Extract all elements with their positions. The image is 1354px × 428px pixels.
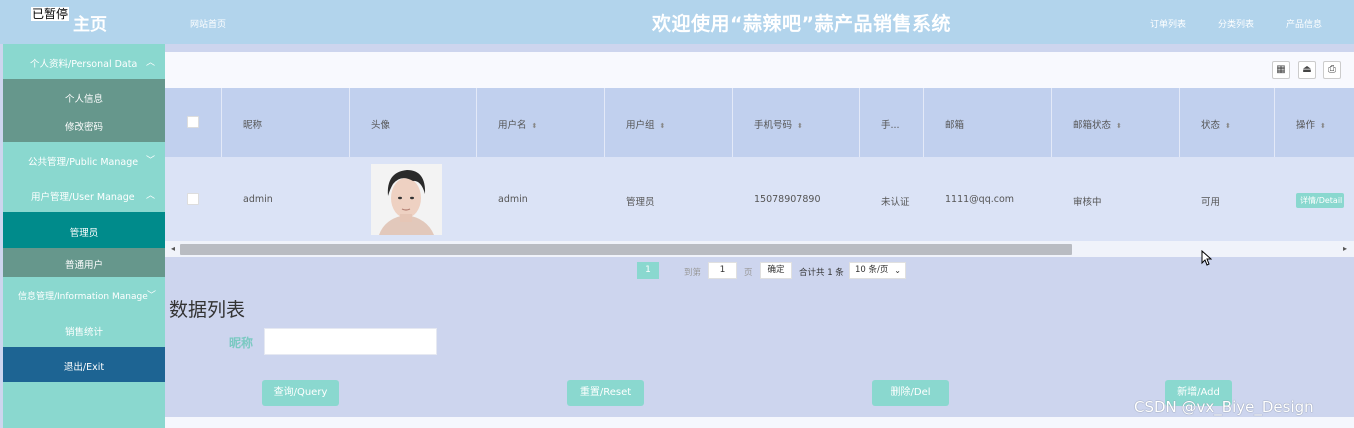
chevron-up-icon: ︿ [146,191,156,201]
sidebar-item-sales-stats[interactable]: 销售统计 [3,312,165,347]
sidebar-group-user[interactable]: 用户管理/User Manage ︿ [3,177,165,212]
sidebar-item-normal-user[interactable]: 普通用户 [3,248,165,277]
page-number-current[interactable]: 1 [637,262,659,279]
sidebar-item-label: 退出/Exit [63,362,105,373]
col-label: 用户名 [498,120,527,131]
cell-phone: 15078907890 [754,194,821,205]
sidebar-item-exit[interactable]: 退出/Exit [3,347,165,382]
chevron-down-icon: ⌄ [894,266,901,275]
sidebar: 个人资料/Personal Data ︿ 个人信息 修改密码 公共管理/Publ… [3,44,165,428]
grid-icon[interactable]: ▦ [1272,61,1290,79]
sidebar-group-info[interactable]: 信息管理/Information Manage ﹀ [3,277,165,312]
col-email-status[interactable]: 邮箱状态 ⬍ [1073,117,1122,131]
page-size-select[interactable]: 10 条/页 ⌄ [849,262,906,279]
nav-product-info[interactable]: 产品信息 [1286,17,1322,30]
goto-page-input[interactable]: 1 [708,262,737,279]
system-title: 欢迎使用“蒜辣吧”蒜产品销售系统 [652,13,951,35]
col-avatar: 头像 [371,120,391,131]
nav-order-list[interactable]: 订单列表 [1150,17,1186,30]
sidebar-group-personal[interactable]: 个人资料/Personal Data ︿ [3,44,165,79]
nickname-filter-input[interactable] [264,328,437,355]
cell-username: admin [498,194,528,205]
col-label: 用户组 [626,120,655,131]
sort-icon[interactable]: ⬍ [1320,122,1326,130]
col-label: 操作 [1296,120,1316,131]
scroll-left-icon[interactable]: ◂ [171,244,175,253]
main-content: ▦ ⏏ ⎙ 昵称 头像 用户名 ⬍ 用户组 ⬍ 手机号码 ⬍ 手... 邮箱 邮箱状态… [165,44,1354,428]
page-title: 数据列表 [169,299,246,321]
sidebar-item-admin[interactable]: 管理员 [3,212,165,248]
watermark: CSDN @vx_Biye_Design [1134,398,1314,416]
sidebar-item-label: 销售统计 [64,327,103,338]
chevron-up-icon: ︿ [146,58,156,68]
nav-category-list[interactable]: 分类列表 [1218,17,1254,30]
scrollbar-thumb[interactable] [180,244,1072,255]
sort-icon[interactable]: ⬍ [532,122,538,130]
chevron-down-icon: ﹀ [146,156,156,166]
table-row[interactable]: admin admin 管理员 15078907890 未认证 1111@qq.… [165,157,1354,241]
cell-nickname: admin [243,194,273,205]
sidebar-group-label: 用户管理/User Manage [31,192,135,203]
row-checkbox[interactable] [187,193,199,205]
col-label: 手机号码 [754,120,793,131]
table-toolbar [165,52,1354,88]
col-status[interactable]: 状态 ⬍ [1201,117,1231,131]
detail-button[interactable]: 详情/Detail [1296,193,1344,208]
nickname-filter-label: 昵称 [229,336,254,350]
mouse-cursor-icon [1201,250,1212,266]
cell-group: 管理员 [626,197,655,208]
sidebar-item-profile[interactable]: 个人信息 [3,91,165,105]
scroll-right-icon[interactable]: ▸ [1343,244,1347,253]
site-home-link[interactable]: 网站首页 [190,17,226,30]
col-email: 邮箱 [945,120,965,131]
home-title[interactable]: 主页 [73,10,107,35]
paused-badge: 已暂停 [31,7,70,21]
export-icon[interactable]: ⏏ [1298,61,1316,79]
chevron-down-icon: ﹀ [147,291,157,301]
print-icon[interactable]: ⎙ [1323,61,1341,79]
cell-email: 1111@qq.com [945,194,1015,205]
cell-email-status: 审核中 [1073,197,1102,208]
sidebar-group-label: 个人资料/Personal Data [30,59,138,70]
page-unit-label: 页 [744,268,753,278]
query-button[interactable]: 查询/Query [262,380,339,406]
reset-button[interactable]: 重置/Reset [567,380,644,406]
sidebar-group-label: 信息管理/Information Manage [18,292,148,302]
select-all-checkbox[interactable] [187,116,199,128]
sidebar-item-label: 管理员 [69,228,99,239]
sort-icon[interactable]: ⬍ [1225,122,1231,130]
col-action[interactable]: 操作 ⬍ [1296,117,1326,131]
table-header: 昵称 头像 用户名 ⬍ 用户组 ⬍ 手机号码 ⬍ 手... 邮箱 邮箱状态 ⬍ 状态 ⬍ … [165,88,1354,157]
bottom-strip [165,417,1354,428]
sidebar-item-change-password[interactable]: 修改密码 [3,119,165,133]
sidebar-item-label: 普通用户 [64,260,103,271]
col-label: 状态 [1201,120,1221,131]
col-phone-verify: 手... [881,120,900,131]
personal-submenu: 个人信息 修改密码 [3,79,165,142]
col-phone[interactable]: 手机号码 ⬍ [754,117,803,131]
goto-label: 到第 [684,268,702,278]
sort-icon[interactable]: ⬍ [660,122,666,130]
col-username[interactable]: 用户名 ⬍ [498,117,537,131]
avatar [371,164,442,235]
total-count: 合计共 1 条 [799,268,844,278]
avatar-photo [371,164,442,235]
top-header: 已暂停 主页 网站首页 欢迎使用“蒜辣吧”蒜产品销售系统 订单列表 分类列表 产… [0,0,1354,44]
col-group[interactable]: 用户组 ⬍ [626,117,665,131]
sort-icon[interactable]: ⬍ [797,122,803,130]
sort-icon[interactable]: ⬍ [1116,122,1122,130]
cell-status: 可用 [1201,197,1221,208]
col-label: 邮箱状态 [1073,120,1112,131]
delete-button[interactable]: 删除/Del [872,380,949,406]
sidebar-group-public[interactable]: 公共管理/Public Manage ﹀ [3,142,165,177]
sidebar-group-label: 公共管理/Public Manage [28,157,139,168]
cell-phone-verified: 未认证 [881,197,910,208]
goto-confirm-button[interactable]: 确定 [760,262,792,279]
col-nickname: 昵称 [243,120,263,131]
page-size-value: 10 条/页 [855,265,889,275]
